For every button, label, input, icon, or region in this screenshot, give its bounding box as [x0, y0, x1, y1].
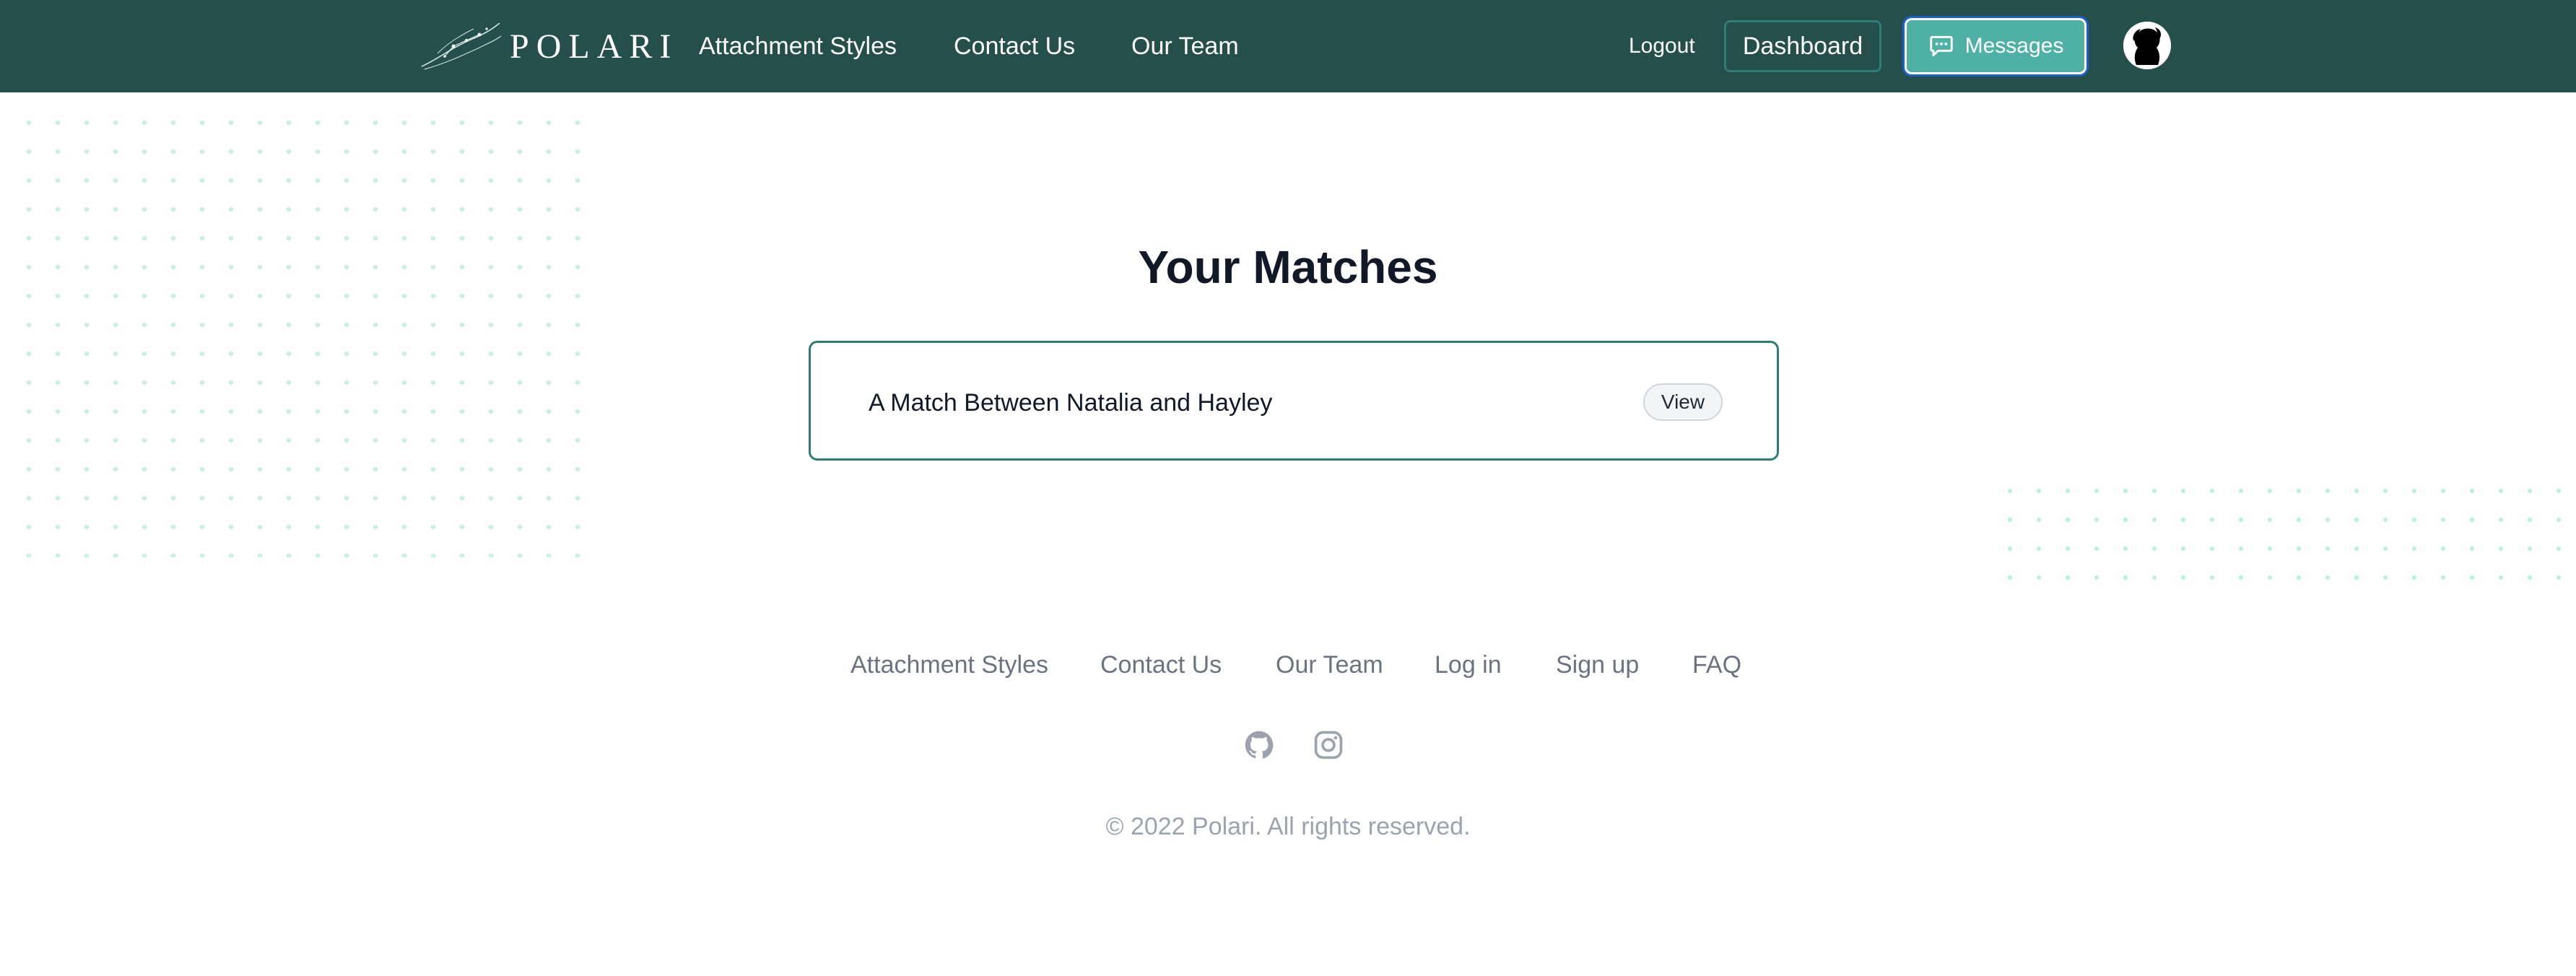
constellation-icon: [421, 22, 502, 70]
footer-link-contact-us[interactable]: Contact Us: [1100, 650, 1222, 680]
page-title: Your Matches: [1138, 241, 1438, 293]
top-navbar: POLARI Attachment Styles Contact Us Our …: [0, 0, 2576, 92]
footer-link-faq[interactable]: FAQ: [1692, 650, 1741, 680]
brand-logo[interactable]: POLARI: [416, 19, 678, 74]
user-silhouette-icon: [2123, 22, 2171, 69]
decorative-dot-pattern-left: [14, 108, 585, 557]
dashboard-button[interactable]: Dashboard: [1724, 20, 1881, 72]
copyright-text: © 2022 Polari. All rights reserved.: [1105, 813, 1471, 840]
nav-attachment-styles[interactable]: Attachment Styles: [699, 30, 897, 62]
view-match-button[interactable]: View: [1643, 383, 1723, 421]
avatar[interactable]: [2123, 22, 2171, 69]
logout-link[interactable]: Logout: [1629, 32, 1695, 61]
instagram-icon[interactable]: [1313, 729, 1344, 761]
brand-name: POLARI: [510, 27, 679, 66]
footer-link-attachment-styles[interactable]: Attachment Styles: [850, 650, 1048, 680]
messages-button[interactable]: Messages: [1905, 18, 2087, 74]
match-label: A Match Between Natalia and Hayley: [869, 389, 1273, 417]
nav-our-team[interactable]: Our Team: [1131, 30, 1239, 62]
github-icon[interactable]: [1243, 729, 1275, 761]
footer-link-our-team[interactable]: Our Team: [1276, 650, 1383, 680]
chat-bubble-icon: [1929, 35, 1953, 57]
match-card: A Match Between Natalia and Hayley View: [809, 341, 1779, 461]
footer-link-log-in[interactable]: Log in: [1435, 650, 1502, 680]
messages-label: Messages: [1964, 34, 2064, 58]
decorative-dot-pattern-right: [1996, 476, 2576, 585]
nav-contact-us[interactable]: Contact Us: [954, 30, 1075, 62]
footer-link-sign-up[interactable]: Sign up: [1556, 650, 1639, 680]
